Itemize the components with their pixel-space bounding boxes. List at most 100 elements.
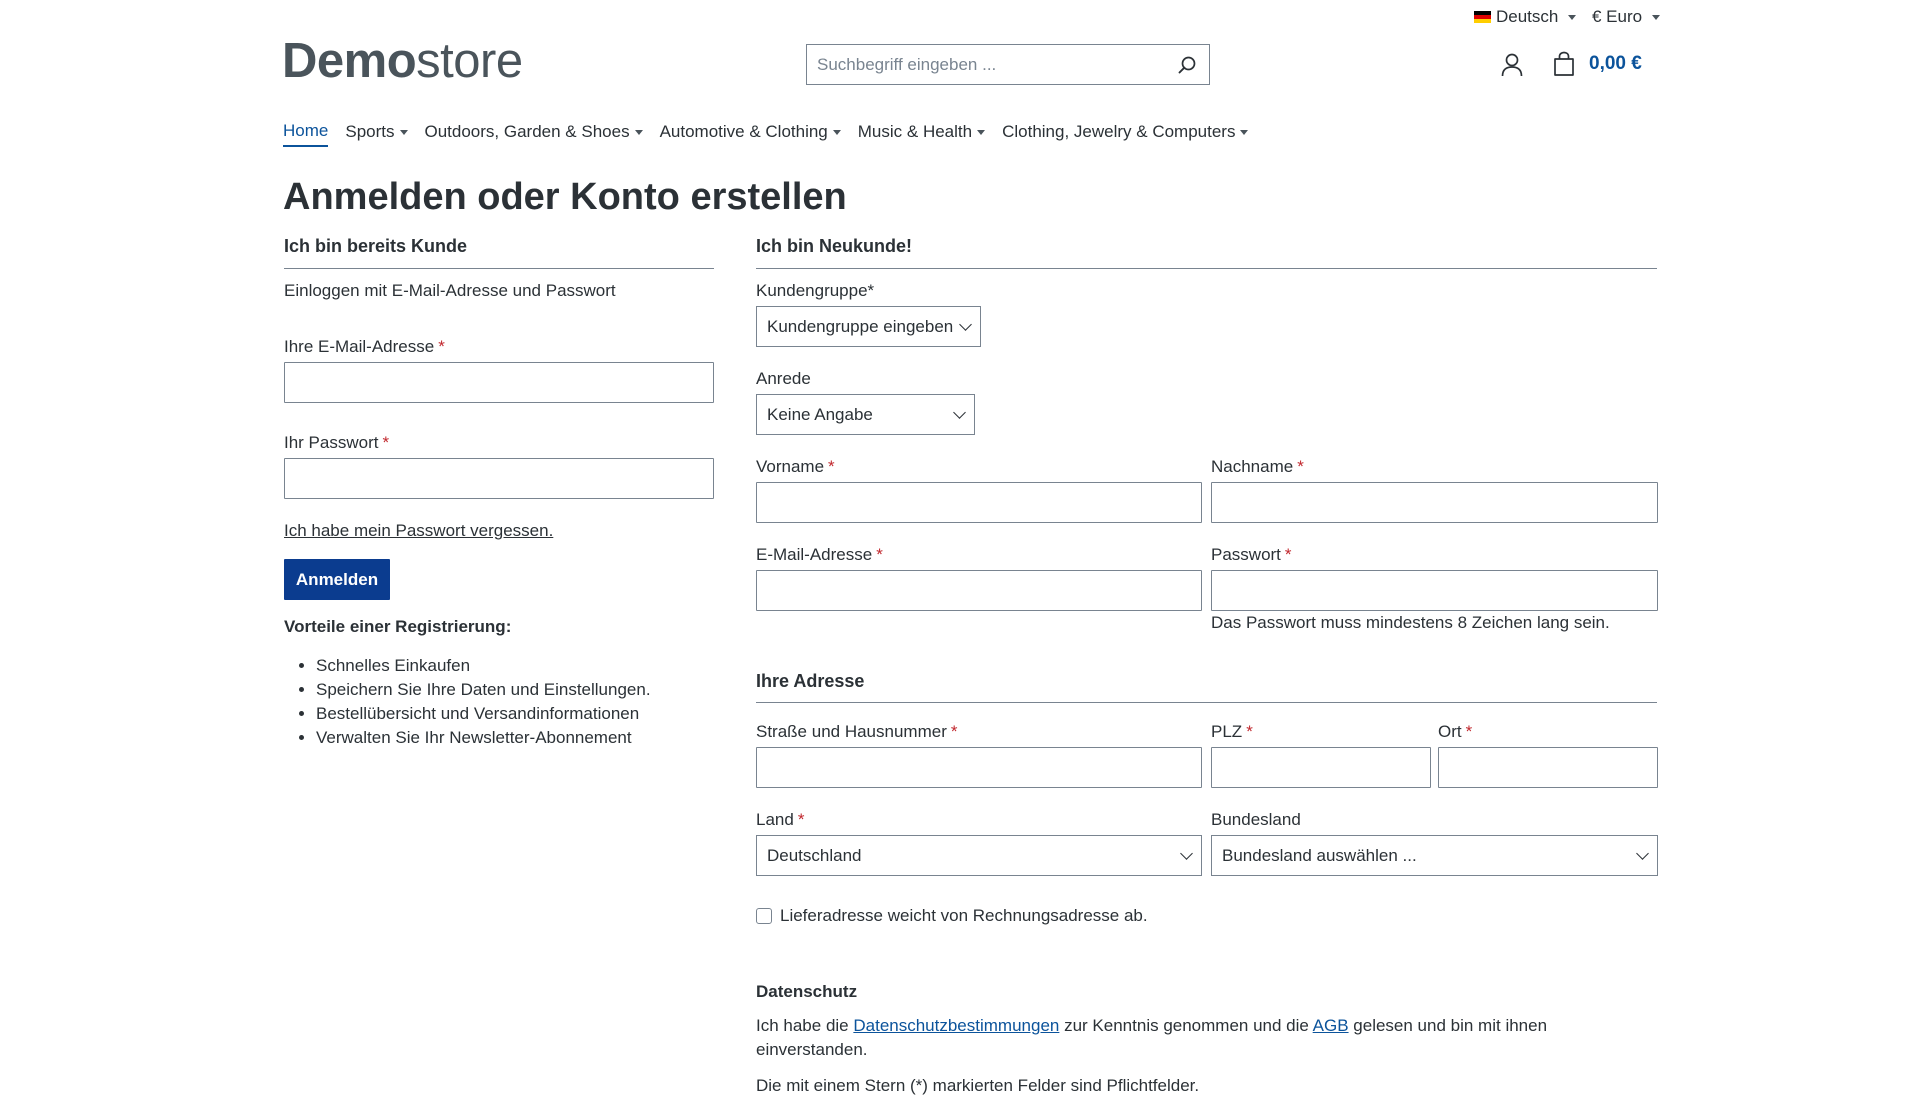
currency-switcher[interactable]: € Euro (1592, 7, 1661, 27)
nav-item-3[interactable]: Automotive & Clothing (660, 122, 841, 146)
country-value: Deutschland (767, 845, 862, 865)
nav-item-1[interactable]: Sports (345, 122, 408, 146)
salutation-value: Keine Angabe (767, 404, 873, 424)
required-marker: * (438, 337, 445, 356)
register-password-label: Passwort * (1211, 545, 1292, 565)
required-marker: * (1465, 722, 1473, 741)
benefit-item: Bestellübersicht und Versandinformatione… (316, 702, 651, 726)
nav-item-label: Outdoors, Garden & Shoes (424, 122, 630, 141)
firstname-label: Vorname * (756, 457, 835, 477)
city-input[interactable] (1439, 748, 1657, 787)
country-select[interactable]: Deutschland (756, 835, 1202, 876)
firstname-field[interactable] (756, 482, 1202, 523)
salutation-label: Anrede (756, 369, 811, 388)
privacy-policy-link[interactable]: Datenschutzbestimmungen (853, 1016, 1059, 1035)
required-marker: * (382, 433, 390, 452)
login-password-field[interactable] (284, 458, 714, 499)
street-input[interactable] (757, 748, 1201, 787)
benefit-item: Verwalten Sie Ihr Newsletter-Abonnement (316, 726, 651, 750)
required-marker: * (828, 457, 835, 476)
forgot-password-link[interactable]: Ich habe mein Passwort vergessen. (284, 521, 553, 541)
page: Deutsch € Euro Demostore 0,00 € (0, 0, 1920, 1095)
login-email-label: Ihre E-Mail-Adresse * (284, 337, 445, 357)
customer-group-label: Kundengruppe* (756, 281, 875, 300)
nav-item-5[interactable]: Clothing, Jewelry & Computers (1002, 122, 1249, 146)
street-field[interactable] (756, 747, 1202, 788)
logo-light-text: store (416, 34, 523, 88)
customer-group-value: Kundengruppe eingeben (767, 316, 954, 336)
login-email-input[interactable] (285, 363, 713, 402)
cart-total: 0,00 € (1589, 53, 1642, 74)
login-email-field[interactable] (284, 362, 714, 403)
nav-item-2[interactable]: Outdoors, Garden & Shoes (425, 122, 643, 146)
lastname-field[interactable] (1211, 482, 1658, 523)
caret-down-icon (977, 129, 986, 135)
register-password-field[interactable] (1211, 570, 1658, 611)
register-password-input[interactable] (1212, 571, 1657, 610)
nav-item-0[interactable]: Home (283, 121, 329, 147)
login-email-label-text: Ihre E-Mail-Adresse (284, 337, 435, 356)
city-field[interactable] (1438, 747, 1658, 788)
caret-down-icon (399, 129, 408, 135)
login-password-label-text: Ihr Passwort (284, 433, 379, 452)
lastname-label-text: Nachname (1211, 457, 1294, 476)
register-heading: Ich bin Neukunde! (756, 236, 913, 256)
login-heading: Ich bin bereits Kunde (284, 236, 468, 256)
different-shipping-checkbox[interactable] (756, 908, 772, 924)
currency-label: € Euro (1592, 7, 1643, 26)
privacy-text: Ich habe die Datenschutzbestimmungen zur… (756, 1014, 1576, 1062)
address-heading: Ihre Adresse (756, 671, 865, 691)
customer-group-select[interactable]: Kundengruppe eingeben (756, 306, 981, 347)
address-divider (756, 702, 1657, 703)
required-marker: * (797, 810, 805, 829)
search-icon (1178, 56, 1196, 73)
nav-item-label: Home (283, 121, 329, 140)
terms-link[interactable]: AGB (1313, 1016, 1349, 1035)
firstname-input[interactable] (757, 483, 1201, 522)
language-switcher[interactable]: Deutsch (1474, 7, 1577, 27)
search-bar (806, 44, 1210, 85)
required-marker: * (950, 722, 958, 741)
lastname-input[interactable] (1212, 483, 1657, 522)
caret-down-icon (634, 129, 643, 135)
benefit-item: Schnelles Einkaufen (316, 654, 651, 678)
register-email-label-text: E-Mail-Adresse (756, 545, 873, 564)
chevron-down-icon (953, 405, 966, 419)
user-icon (1501, 53, 1523, 77)
cart-button[interactable]: 0,00 € (1553, 51, 1642, 77)
salutation-select[interactable]: Keine Angabe (756, 394, 975, 435)
chevron-down-icon (1636, 846, 1649, 860)
login-submit-button[interactable]: Anmelden (284, 559, 390, 600)
account-button[interactable] (1501, 53, 1523, 82)
different-shipping-label: Lieferadresse weicht von Rechnungsadress… (780, 906, 1148, 925)
benefits-heading: Vorteile einer Registrierung: (284, 617, 512, 636)
register-divider (756, 268, 1657, 269)
zip-label-text: PLZ (1211, 722, 1243, 741)
search-button[interactable] (1165, 45, 1209, 84)
lastname-label: Nachname * (1211, 457, 1304, 477)
state-value: Bundesland auswählen ... (1222, 845, 1417, 865)
nav-item-label: Automotive & Clothing (659, 122, 828, 141)
logo[interactable]: Demostore (282, 33, 523, 89)
caret-down-icon (1240, 129, 1249, 135)
register-email-label: E-Mail-Adresse * (756, 545, 883, 565)
login-password-input[interactable] (285, 459, 713, 498)
german-flag-icon (1474, 11, 1491, 23)
search-input[interactable] (807, 45, 1165, 84)
zip-field[interactable] (1211, 747, 1431, 788)
main-navigation: Home Sports Outdoors, Garden & Shoes Automo… (283, 121, 1265, 147)
required-marker: * (1297, 457, 1304, 476)
country-label-text: Land (756, 810, 794, 829)
register-email-field[interactable] (756, 570, 1202, 611)
login-divider (284, 268, 714, 269)
privacy-text-part: Ich habe die (756, 1016, 854, 1035)
zip-input[interactable] (1212, 748, 1430, 787)
different-shipping-option[interactable]: Lieferadresse weicht von Rechnungsadress… (756, 906, 1148, 926)
required-fields-note: Die mit einem Stern (*) markierten Felde… (756, 1076, 1200, 1095)
logo-bold-text: Demo (282, 34, 417, 88)
nav-item-4[interactable]: Music & Health (858, 122, 986, 146)
register-email-input[interactable] (757, 571, 1201, 610)
chevron-down-icon (959, 317, 972, 331)
benefits-list: Schnelles EinkaufenSpeichern Sie Ihre Da… (284, 654, 651, 750)
state-select[interactable]: Bundesland auswählen ... (1211, 835, 1658, 876)
